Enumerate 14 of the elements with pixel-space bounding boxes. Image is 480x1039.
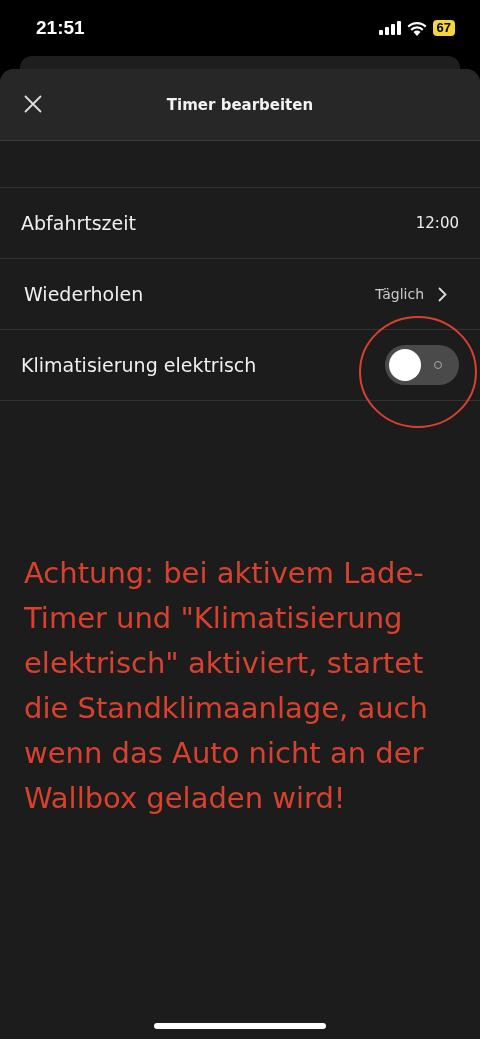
signal-icon [378, 21, 401, 35]
annotation-text: Achtung: bei aktivem Lade-Timer und "Klimatisierung elektrisch" aktiviert, startet die Standklimaanlage, auch wenn das Auto nicht an der Wallbox geladen wird! [24, 555, 429, 817]
chevron-icon [438, 286, 447, 302]
setting-value: Täglich [375, 286, 424, 302]
close-button[interactable] [22, 93, 44, 115]
status-time: 21:51 [36, 17, 85, 39]
wifi-icon [406, 20, 427, 36]
sheet-title: Timer bearbeiten [166, 95, 314, 114]
setting-label: Abfahrtszeit [21, 212, 136, 234]
battery-indicator: 67 [432, 20, 455, 36]
toggle-switch[interactable] [385, 345, 459, 385]
setting-label: Klimatisierung elektrisch [21, 354, 257, 376]
setting-label: Wiederholen [23, 283, 144, 305]
setting-value: 12:00 [415, 214, 459, 232]
